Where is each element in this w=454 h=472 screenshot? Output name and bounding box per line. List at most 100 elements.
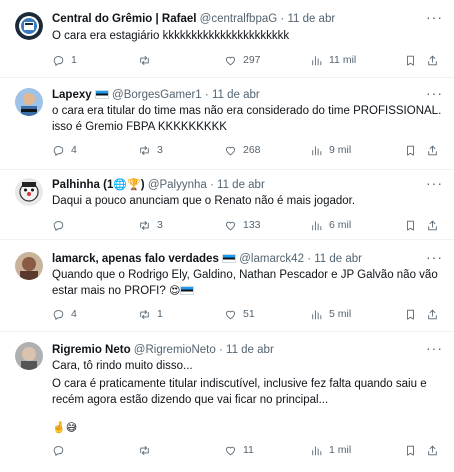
heart-icon [224,308,237,321]
retweet-count: 3 [157,144,163,156]
bookmark-button[interactable] [404,142,417,158]
views-button[interactable]: 11 mil [310,52,356,68]
tweet-line: Quando que o Rodrigo Ely, Galdino, Natha… [52,269,438,281]
share-icon [426,308,439,321]
views-icon [310,144,323,157]
tweet-line: estar mais no PROFI? [52,285,166,297]
tweet-text: Daqui a pouco anunciam que o Renato não … [52,193,436,209]
like-button[interactable]: 133 [224,217,261,233]
avatar[interactable] [15,342,43,370]
more-icon[interactable]: ··· [426,86,442,102]
share-button[interactable] [426,306,439,322]
heart-icon [224,144,237,157]
tweet-line: o cara era titular do time mas não era c… [52,105,442,117]
more-icon[interactable]: ··· [426,176,442,192]
retweet-button[interactable] [138,52,157,68]
tweet-header: Palhinha (1🌐🏆) @Palyynha · 11 de abr [52,177,414,193]
like-count: 51 [243,308,255,320]
share-button[interactable] [426,217,439,233]
retweet-count: 3 [157,219,163,231]
more-icon[interactable]: ··· [426,10,442,26]
bookmark-button[interactable] [404,306,417,322]
trophy-icon: 🏆 [127,178,141,191]
more-icon[interactable]: ··· [426,250,442,266]
views-button[interactable]: 6 mil [310,217,351,233]
tweet-line: isso é Gremio FBPA KKKKKKKKK [52,121,227,133]
user-handle[interactable]: @Palyynha [148,179,207,191]
retweet-icon [138,144,151,157]
views-button[interactable]: 1 mil [310,442,351,458]
bookmark-icon [404,219,417,232]
separator-dot: · [204,89,209,101]
reply-button[interactable]: 4 [52,306,77,322]
like-count: 268 [243,144,261,156]
reply-icon [52,308,65,321]
user-handle[interactable]: @lamarck42 [239,253,304,265]
views-icon [310,219,323,232]
tweet-date[interactable]: 11 de abr [287,13,335,25]
share-button[interactable] [426,142,439,158]
share-icon [426,219,439,232]
tweet-date[interactable]: 11 de abr [226,344,274,356]
display-name[interactable]: Central do Grêmio | Rafael [52,13,196,25]
tweet-header: lamarck, apenas falo verdades @lamarck42… [52,251,414,267]
views-icon [310,54,323,67]
bookmark-icon [404,444,417,457]
views-button[interactable]: 5 mil [310,306,351,322]
reply-button[interactable]: 4 [52,142,77,158]
like-button[interactable]: 297 [224,52,261,68]
share-button[interactable] [426,52,439,68]
more-icon[interactable]: ··· [426,341,442,357]
bookmark-icon [404,54,417,67]
retweet-button[interactable]: 3 [138,142,163,158]
like-button[interactable]: 268 [224,142,261,158]
tweet-date[interactable]: 11 de abr [217,179,265,191]
tweet[interactable]: lamarck, apenas falo verdades @lamarck42… [0,240,454,332]
tweet-date[interactable]: 11 de abr [314,253,362,265]
retweet-icon [138,308,151,321]
like-button[interactable]: 11 [224,442,254,458]
bookmark-button[interactable] [404,217,417,233]
avatar[interactable] [15,252,43,280]
reply-button[interactable]: 1 [52,52,77,68]
display-name[interactable]: Palhinha (1 [52,179,113,191]
avatar[interactable] [15,12,43,40]
tweet-line: Daqui a pouco anunciam que o Renato não … [52,195,356,207]
display-name[interactable]: lamarck, apenas falo verdades [52,253,219,265]
share-button[interactable] [426,442,439,458]
display-name[interactable]: Rigremio Neto [52,344,131,356]
reply-icon [52,219,65,232]
views-button[interactable]: 9 mil [310,142,351,158]
laughing-icon: 😅 [65,421,78,434]
retweet-button[interactable] [138,442,157,458]
retweet-icon [138,444,151,457]
retweet-icon [138,54,151,67]
bookmark-button[interactable] [404,52,417,68]
like-button[interactable]: 51 [224,306,255,322]
tweet-date[interactable]: 11 de abr [212,89,260,101]
display-name-suffix: ) [140,179,145,191]
tweet-line: Cara, tô rindo muito disso... [52,360,193,372]
tweet[interactable]: Palhinha (1🌐🏆) @Palyynha · 11 de abr ···… [0,170,454,240]
retweet-button[interactable]: 3 [138,217,163,233]
tweet[interactable]: Rigremio Neto @RigremioNeto · 11 de abr … [0,332,454,472]
bookmark-button[interactable] [404,442,417,458]
views-count: 1 mil [329,444,352,456]
user-handle[interactable]: @RigremioNeto [134,344,216,356]
heart-icon [224,444,237,457]
user-handle[interactable]: @BorgesGamer1 [112,89,202,101]
tweet[interactable]: Lapexy @BorgesGamer1 · 11 de abr ··· o c… [0,78,454,170]
display-name[interactable]: Lapexy [52,89,92,101]
action-bar: 3 133 6 mil [52,217,440,233]
tweet[interactable]: Central do Grêmio | Rafael @centralfbpaG… [0,0,454,78]
retweet-button[interactable]: 1 [138,306,163,322]
avatar[interactable] [15,178,43,206]
user-handle[interactable]: @centralfbpaG [200,13,278,25]
avatar[interactable] [15,88,43,116]
tweet-header: Lapexy @BorgesGamer1 · 11 de abr [52,87,414,103]
views-count: 11 mil [329,54,357,66]
reply-button[interactable] [52,442,71,458]
reply-count: 1 [71,54,77,66]
action-bar: 4 3 268 9 mil [52,142,440,158]
reply-button[interactable] [52,217,71,233]
